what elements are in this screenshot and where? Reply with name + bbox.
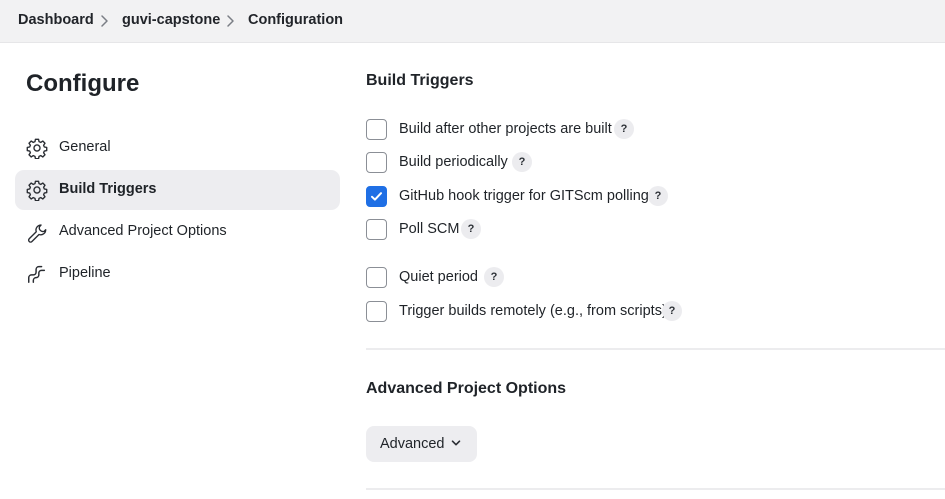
section-title-build-triggers: Build Triggers: [366, 72, 474, 89]
page-title: Configure: [26, 70, 140, 97]
sidebar-item-build-triggers[interactable]: Build Triggers: [15, 170, 340, 210]
sidebar-item-label: Pipeline: [59, 265, 111, 281]
section-divider: [366, 488, 945, 490]
checkbox-label: Build periodically: [399, 154, 508, 170]
breadcrumb-dashboard[interactable]: Dashboard: [18, 12, 94, 28]
checkbox[interactable]: [366, 267, 387, 288]
sidebar-item-label: Build Triggers: [59, 181, 157, 197]
checkbox-label: Poll SCM: [399, 221, 460, 237]
checkbox[interactable]: [366, 152, 387, 173]
checkbox[interactable]: [366, 119, 387, 140]
help-icon[interactable]: ?: [512, 152, 532, 172]
help-icon[interactable]: ?: [662, 301, 682, 321]
checkbox-label: Trigger builds remotely (e.g., from scri…: [399, 303, 667, 319]
section-divider: [366, 348, 945, 350]
checkbox-checked[interactable]: [366, 186, 387, 207]
gear-icon: [26, 137, 48, 159]
sidebar-item-general[interactable]: General: [15, 128, 340, 168]
sidebar-item-pipeline[interactable]: Pipeline: [15, 254, 340, 294]
gear-icon: [26, 179, 48, 201]
sidebar-item-advanced-project-options[interactable]: Advanced Project Options: [15, 212, 340, 252]
chevron-down-icon: [450, 437, 462, 449]
help-icon[interactable]: ?: [648, 186, 668, 206]
breadcrumb-configuration[interactable]: Configuration: [248, 12, 343, 28]
breadcrumb-project[interactable]: guvi-capstone: [122, 12, 220, 28]
help-icon[interactable]: ?: [484, 267, 504, 287]
checkbox-label: Build after other projects are built: [399, 121, 612, 137]
sidebar-item-label: General: [59, 139, 111, 155]
checkbox-label: Quiet period: [399, 269, 478, 285]
pipeline-icon: [26, 263, 48, 285]
breadcrumb: Dashboard guvi-capstone Configuration: [0, 0, 945, 43]
wrench-icon: [26, 221, 48, 243]
checkbox-label: GitHub hook trigger for GITScm polling: [399, 188, 649, 204]
sidebar-item-label: Advanced Project Options: [59, 223, 227, 239]
help-icon[interactable]: ?: [461, 219, 481, 239]
checkbox[interactable]: [366, 301, 387, 322]
advanced-button-label: Advanced: [380, 436, 445, 452]
chevron-right-icon: [99, 14, 111, 28]
advanced-button[interactable]: Advanced: [366, 426, 477, 462]
section-title-advanced-project-options: Advanced Project Options: [366, 380, 567, 397]
checkbox[interactable]: [366, 219, 387, 240]
chevron-right-icon: [225, 14, 237, 28]
help-icon[interactable]: ?: [614, 119, 634, 139]
checkmark-icon: [371, 192, 382, 201]
